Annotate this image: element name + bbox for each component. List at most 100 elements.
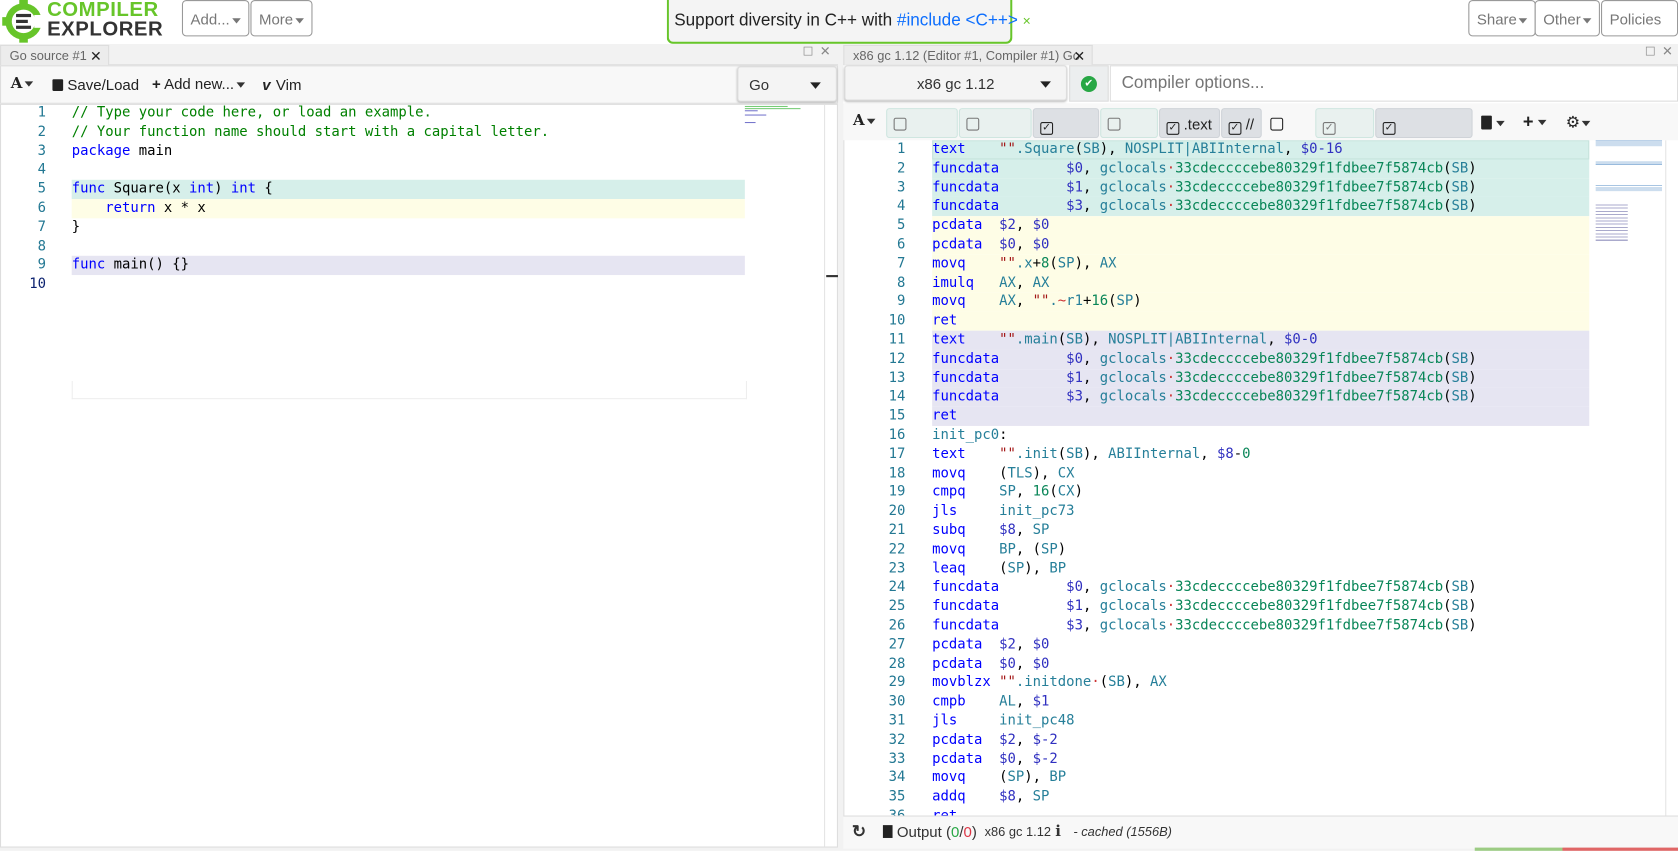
- filter-toggle-7[interactable]: ✓Intel: [1315, 108, 1375, 163]
- checkbox-checked-icon: ✓: [1382, 122, 1396, 135]
- banner-close-button[interactable]: ×: [1023, 13, 1031, 29]
- checkbox-icon: [1107, 117, 1121, 131]
- info-icon[interactable]: i: [1055, 817, 1061, 848]
- language-select[interactable]: Go: [737, 66, 837, 102]
- recompile-icon[interactable]: ↻: [852, 817, 866, 848]
- logo[interactable]: COMPILER EXPLORER: [2, 0, 163, 43]
- tab-go-source[interactable]: Go source #1 ✕: [0, 44, 110, 66]
- close-pane-icon[interactable]: ✕: [1662, 44, 1673, 59]
- code-token: 16: [1091, 293, 1109, 310]
- current-line-box: [71, 380, 747, 400]
- close-tab-icon[interactable]: ✕: [1074, 46, 1086, 66]
- code-token: leaq: [932, 560, 966, 577]
- maximize-icon[interactable]: ☐: [1645, 45, 1656, 59]
- more-menu-button[interactable]: More: [250, 0, 313, 37]
- filter-toggle-5[interactable]: ✓//: [1221, 108, 1262, 139]
- code-token: $1: [1032, 693, 1050, 710]
- code-token: gclocals: [1099, 388, 1167, 405]
- add-menu-button[interactable]: Add...: [181, 0, 249, 37]
- code-line: pcdata $2, $-2: [932, 731, 1058, 750]
- code-line: subq $8, SP: [932, 521, 1049, 540]
- filter-toggle-4[interactable]: ✓ .text: [1159, 108, 1221, 139]
- code-token: ·: [1091, 674, 1100, 691]
- font-size-button[interactable]: A: [11, 75, 34, 92]
- assembly-minimap: [1595, 140, 1667, 247]
- compiler-select[interactable]: x86 gc 1.12: [844, 65, 1067, 101]
- code-token: $3: [1066, 198, 1083, 215]
- code-token: ,: [1015, 522, 1033, 539]
- code-line: funcdata $3, gclocals·33cdeccccebe80329f…: [932, 197, 1476, 216]
- filter-toggle-2[interactable]: ✓.LX0:: [1032, 108, 1100, 163]
- close-pane-icon[interactable]: ✕: [820, 44, 831, 59]
- caret-down-icon: [1496, 120, 1505, 127]
- other-menu-button[interactable]: Other: [1534, 0, 1600, 37]
- filter-toggle-8[interactable]: ✓Demangle: [1375, 108, 1473, 163]
- code-line: movq (SP), BP: [932, 769, 1066, 788]
- code-line: return x * x: [72, 199, 206, 218]
- editor-tabbar: Go source #1 ✕ ☐ ✕: [0, 44, 838, 66]
- checkbox-icon: [966, 117, 980, 131]
- line-number: 8: [37, 238, 47, 255]
- save-load-button[interactable]: Save/Load: [52, 76, 139, 93]
- tab-compiler[interactable]: x86 gc 1.12 (Editor #1, Compiler #1) Go …: [843, 44, 1093, 66]
- code-token: init_pc0: [932, 427, 1000, 444]
- code-token: "": [999, 255, 1016, 272]
- assembly-output[interactable]: 1 text "".Square(SB), NOSPLIT|ABIInternal…: [843, 140, 1678, 816]
- filter-toggle-3[interactable]: lib.f:: [1100, 108, 1158, 163]
- code-token: gclocals: [1099, 598, 1167, 615]
- assembly-scrollbar[interactable]: [1665, 140, 1678, 816]
- font-size-button[interactable]: A: [853, 112, 876, 129]
- close-tab-icon[interactable]: ✕: [90, 46, 102, 66]
- maximize-icon[interactable]: ☐: [803, 45, 814, 59]
- code-token: 33cdeccccebe80329f1fdbee7f5874cb: [1175, 198, 1444, 215]
- code-token: .initdone: [1015, 674, 1092, 691]
- code-token: jls: [932, 712, 958, 729]
- code-token: SB: [1451, 598, 1469, 615]
- add-tool-button[interactable]: +: [1523, 111, 1547, 132]
- code-token: AX: [1032, 274, 1050, 291]
- line-number: 6: [897, 236, 906, 253]
- policies-menu-button[interactable]: Policies: [1601, 0, 1678, 60]
- add-new-button[interactable]: + Add new...: [152, 75, 245, 92]
- filter-toggle-0[interactable]: 11010: [886, 108, 958, 163]
- settings-button[interactable]: ⚙: [1566, 112, 1591, 132]
- code-token: 33cdeccccebe80329f1fdbee7f5874cb: [1175, 617, 1444, 634]
- code-token: return: [105, 200, 156, 217]
- code-token: 0: [1242, 446, 1251, 463]
- output-button[interactable]: Output (0/0): [882, 817, 977, 848]
- compiler-options-input[interactable]: [1109, 65, 1678, 102]
- line-number: 36: [844, 807, 906, 815]
- editor-scrollbar[interactable]: [824, 104, 838, 847]
- source-editor[interactable]: 1 // Type your code here, or load an exam…: [0, 103, 838, 848]
- code-line: pcdata $0, $0: [932, 235, 1049, 254]
- banner-link[interactable]: #include <C++>: [897, 12, 1018, 30]
- checkbox-checked-icon: ✓: [1228, 122, 1242, 135]
- code-token: ): [1468, 617, 1477, 634]
- other-label: Other: [1543, 10, 1581, 28]
- code-token: SB: [1451, 579, 1469, 596]
- code-token: $0: [999, 236, 1016, 253]
- caret-down-icon: [1582, 120, 1591, 127]
- code-line: movblzx "".initdone·(SB), AX: [932, 674, 1167, 693]
- filter-toggle-6[interactable]: \s+: [1263, 108, 1314, 163]
- share-menu-button[interactable]: Share: [1468, 0, 1537, 37]
- language-value: Go: [749, 75, 770, 94]
- bottom-red-indicator: [1562, 847, 1678, 851]
- libraries-button[interactable]: [1481, 113, 1505, 130]
- code-token: "": [999, 674, 1016, 691]
- filter-toggle-1[interactable]: ./a.out: [958, 108, 1032, 163]
- line-number: 3: [897, 179, 906, 196]
- code-token: ABIInternal: [1108, 446, 1201, 463]
- code-token: ,: [1082, 198, 1100, 215]
- code-token: SP: [1032, 788, 1050, 805]
- vim-toggle-button[interactable]: v Vim: [262, 76, 301, 93]
- code-line: ret: [932, 807, 957, 815]
- compile-status[interactable]: ✔: [1069, 65, 1109, 102]
